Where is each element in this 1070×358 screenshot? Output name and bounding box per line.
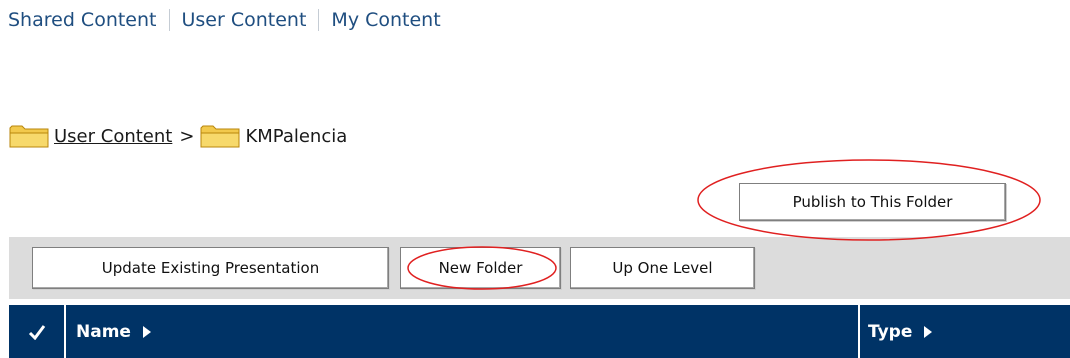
- nav-separator: [318, 9, 320, 31]
- sort-arrow-icon: [142, 325, 151, 338]
- table-header: Name Type: [9, 305, 1070, 358]
- nav-separator: [168, 9, 170, 31]
- column-header-type[interactable]: Type: [858, 305, 1070, 358]
- sort-arrow-icon: [924, 325, 933, 338]
- top-nav: Shared Content User Content My Content: [8, 7, 441, 33]
- publish-to-folder-button[interactable]: Publish to This Folder: [739, 183, 1006, 221]
- column-header-name[interactable]: Name: [66, 305, 856, 358]
- nav-user-content[interactable]: User Content: [182, 9, 307, 31]
- breadcrumb-current-folder: KMPalencia: [245, 125, 348, 147]
- select-all-checkbox[interactable]: [9, 305, 66, 358]
- breadcrumb: User Content > KMPalencia: [9, 124, 347, 148]
- nav-my-content[interactable]: My Content: [331, 9, 440, 31]
- nav-shared-content[interactable]: Shared Content: [8, 9, 157, 31]
- folder-icon: [200, 124, 240, 148]
- update-presentation-button[interactable]: Update Existing Presentation: [32, 247, 389, 289]
- folder-icon: [9, 124, 49, 148]
- column-name-label: Name: [76, 321, 131, 342]
- column-type-label: Type: [868, 321, 913, 342]
- new-folder-button[interactable]: New Folder: [400, 247, 561, 289]
- up-one-level-button[interactable]: Up One Level: [570, 247, 755, 289]
- breadcrumb-separator: >: [179, 125, 195, 147]
- breadcrumb-user-content-link[interactable]: User Content: [54, 126, 172, 147]
- checkmark-icon: [28, 324, 45, 340]
